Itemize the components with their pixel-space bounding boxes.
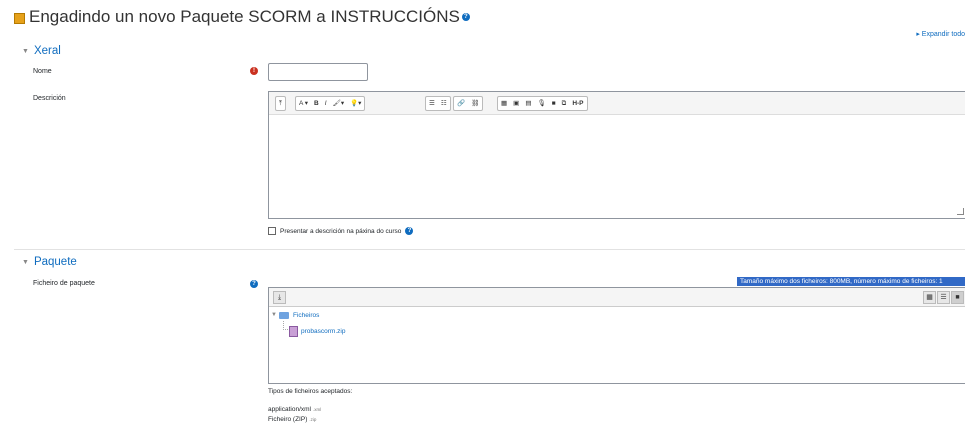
section-package-header[interactable]: ▼ Paquete [22, 256, 77, 268]
file-picker-toolbar: ⤓ ▦ ☰ ■ [269, 288, 965, 307]
show-description-label: Presentar a descrición na páxina do curs… [280, 227, 402, 235]
description-label: Descrición [33, 95, 66, 102]
image-button[interactable]: ▣ [510, 97, 522, 110]
collapse-icon: ▼ [22, 258, 29, 266]
media-button[interactable]: ▦ [498, 97, 510, 110]
name-input[interactable] [268, 63, 368, 81]
bullet-list-button[interactable]: ☰ [426, 97, 438, 110]
package-file-label: Ficheiro de paquete [33, 280, 95, 287]
scorm-icon [14, 12, 25, 24]
brush-button[interactable]: 🖌▾ [330, 97, 348, 110]
page-title-text: Engadindo un novo Paquete SCORM a INSTRU… [29, 7, 460, 26]
italic-button[interactable]: I [322, 97, 330, 110]
required-icon: ! [250, 67, 258, 75]
help-icon[interactable]: ? [250, 280, 258, 288]
accepted-types-title: Tipos de ficheiros aceptados: [268, 388, 353, 395]
section-package-title: Paquete [33, 256, 77, 268]
bold-button[interactable]: B [311, 97, 322, 110]
name-label: Nome [33, 68, 52, 75]
accepted-type-name: Ficheiro (ZIP) [268, 416, 308, 423]
accepted-type-name: application/xml [268, 406, 311, 413]
zip-file-icon [289, 326, 298, 337]
section-general-header[interactable]: ▼ Xeral [22, 45, 61, 57]
font-button[interactable]: A ▾ [296, 97, 311, 110]
tree-view-icon[interactable]: ■ [951, 291, 964, 304]
resize-handle-icon[interactable] [957, 208, 964, 215]
section-divider [14, 249, 965, 250]
file-name[interactable]: probascorm.zip [301, 328, 345, 335]
help-icon[interactable]: ? [461, 13, 470, 21]
file-button[interactable]: ▤ [522, 97, 534, 110]
record-video-button[interactable]: ■ [549, 97, 559, 110]
grid-view-icon[interactable]: ▦ [923, 291, 936, 304]
page-title: Engadindo un novo Paquete SCORM a INSTRU… [14, 7, 470, 27]
h5p-button[interactable]: H-P [569, 97, 586, 110]
toolbar-group-2: A ▾ B I 🖌▾ 💡▾ [295, 96, 366, 111]
collapse-icon: ▼ [22, 47, 29, 55]
folder-name[interactable]: Ficheiros [293, 312, 319, 319]
expand-all-link[interactable]: ▸ Expandir todo [916, 30, 965, 38]
link-button[interactable]: 🔗 [454, 97, 468, 110]
tree-toggle-icon[interactable]: ▼ [271, 312, 277, 318]
record-audio-button[interactable]: 🎙 [534, 97, 548, 110]
editor-toolbar: ⤒ A ▾ B I 🖌▾ 💡▾ ☰ ☷ 🔗 ⛓ ▦ ▣ ▤ 🎙 ■ ⧉ H-P [269, 92, 965, 115]
unlink-button[interactable]: ⛓ [468, 97, 482, 110]
toolbar-group-3: ☰ ☷ [425, 96, 451, 111]
help-icon[interactable]: ? [405, 227, 414, 235]
accepted-type-ext: .zip [309, 417, 317, 422]
toolbar-group-5: ▦ ▣ ▤ 🎙 ■ ⧉ H-P [497, 96, 588, 111]
copy-button[interactable]: ⧉ [559, 97, 570, 110]
show-description-checkbox[interactable] [268, 227, 276, 235]
toolbar-expand-button[interactable]: ⤒ [276, 97, 285, 110]
description-editor[interactable]: ⤒ A ▾ B I 🖌▾ 💡▾ ☰ ☷ 🔗 ⛓ ▦ ▣ ▤ 🎙 ■ ⧉ H-P [268, 91, 965, 219]
file-picker[interactable]: ⤓ ▦ ☰ ■ ▼ Ficheiros probascorm.zip [268, 287, 965, 384]
accepted-type-item: application/xml .xml [268, 406, 321, 413]
lamp-button[interactable]: 💡▾ [347, 97, 364, 110]
section-general-title: Xeral [33, 45, 61, 57]
numbered-list-button[interactable]: ☷ [438, 97, 450, 110]
list-view-icon[interactable]: ☰ [937, 291, 950, 304]
folder-icon [279, 312, 289, 319]
download-icon[interactable]: ⤓ [273, 291, 286, 304]
accepted-type-ext: .xml [313, 407, 322, 412]
toolbar-group-1: ⤒ [275, 96, 286, 111]
accepted-type-item: Ficheiro (ZIP) .zip [268, 416, 316, 423]
show-description-row[interactable]: Presentar a descrición na páxina do curs… [268, 227, 414, 235]
toolbar-group-4: 🔗 ⛓ [453, 96, 484, 111]
max-size-info: Tamaño máximo dos ficheiros: 800MB, núme… [737, 277, 965, 286]
